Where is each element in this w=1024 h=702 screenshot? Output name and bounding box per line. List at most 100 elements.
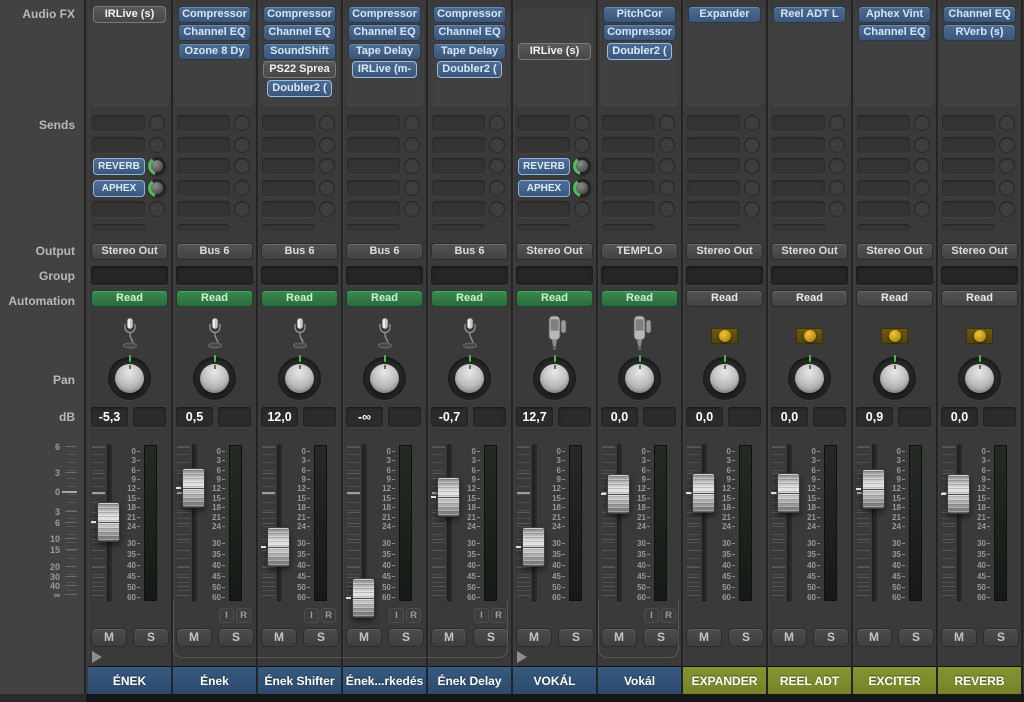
plugin-button[interactable]: Doubler2 ( bbox=[267, 80, 332, 97]
plugin-button[interactable]: Expander bbox=[688, 6, 761, 23]
plugin-button[interactable]: IRLive (s) bbox=[518, 43, 591, 60]
gain-value-box[interactable] bbox=[728, 407, 761, 427]
mute-button[interactable]: M bbox=[601, 628, 637, 647]
audio-fx-panel[interactable]: Aphex VintChannel EQ bbox=[855, 5, 934, 106]
send-slot-empty[interactable] bbox=[347, 115, 400, 131]
pan-knob-cap[interactable] bbox=[115, 364, 144, 393]
gain-value-box[interactable] bbox=[473, 407, 506, 427]
gain-value-box[interactable] bbox=[388, 407, 421, 427]
send-slot-empty[interactable] bbox=[262, 201, 315, 217]
gain-value-box[interactable] bbox=[218, 407, 251, 427]
record-enable-button[interactable]: R bbox=[661, 608, 676, 623]
track-name[interactable]: REVERB bbox=[938, 666, 1021, 694]
send-slot-empty[interactable] bbox=[687, 158, 740, 174]
solo-button[interactable]: S bbox=[133, 628, 169, 647]
mute-button[interactable]: M bbox=[91, 628, 127, 647]
plugin-button[interactable]: Compressor bbox=[603, 24, 676, 41]
output-button[interactable]: Stereo Out bbox=[771, 243, 848, 260]
mute-button[interactable]: M bbox=[261, 628, 297, 647]
volume-value[interactable]: 12,0 bbox=[261, 407, 298, 427]
track-name[interactable]: VOKÁL bbox=[513, 666, 596, 694]
solo-button[interactable]: S bbox=[643, 628, 679, 647]
volume-value[interactable]: 12,7 bbox=[516, 407, 553, 427]
stack-disclosure-triangle[interactable] bbox=[517, 651, 527, 663]
volume-value[interactable]: -0,7 bbox=[431, 407, 468, 427]
send-slot-empty[interactable] bbox=[772, 180, 825, 196]
mute-button[interactable]: M bbox=[856, 628, 892, 647]
send-slot-empty[interactable] bbox=[772, 137, 825, 153]
send-slot-empty[interactable] bbox=[772, 158, 825, 174]
send-slot-empty[interactable] bbox=[262, 158, 315, 174]
fader-track[interactable] bbox=[702, 444, 707, 602]
send-slot-empty[interactable] bbox=[432, 137, 485, 153]
solo-button[interactable]: S bbox=[558, 628, 594, 647]
input-monitor-button[interactable]: I bbox=[644, 608, 659, 623]
track-name[interactable]: Ének...rkedés bbox=[343, 666, 426, 694]
send-slot-empty[interactable] bbox=[772, 115, 825, 131]
send-slot-empty[interactable] bbox=[687, 115, 740, 131]
output-button[interactable]: Stereo Out bbox=[941, 243, 1018, 260]
plugin-button[interactable]: PS22 Sprea bbox=[263, 61, 336, 78]
mute-button[interactable]: M bbox=[176, 628, 212, 647]
solo-button[interactable]: S bbox=[728, 628, 764, 647]
gain-value-box[interactable] bbox=[558, 407, 591, 427]
send-button[interactable]: APHEX bbox=[518, 180, 570, 197]
send-slot-empty[interactable] bbox=[857, 137, 910, 153]
send-slot-empty[interactable] bbox=[602, 201, 655, 217]
audio-fx-panel[interactable]: IRLive (s) bbox=[90, 5, 169, 106]
track-name[interactable]: EXPANDER bbox=[683, 666, 766, 694]
volume-value[interactable]: 0,9 bbox=[856, 407, 893, 427]
send-slot-empty[interactable] bbox=[177, 180, 230, 196]
mute-button[interactable]: M bbox=[941, 628, 977, 647]
mute-button[interactable]: M bbox=[431, 628, 467, 647]
plugin-button[interactable]: Channel EQ bbox=[263, 24, 336, 41]
fader-track[interactable] bbox=[277, 444, 282, 602]
plugin-button[interactable]: IRLive (s) bbox=[93, 6, 166, 23]
solo-button[interactable]: S bbox=[473, 628, 509, 647]
send-slot-empty[interactable] bbox=[177, 137, 230, 153]
gain-value-box[interactable] bbox=[898, 407, 931, 427]
output-button[interactable]: Bus 6 bbox=[261, 243, 338, 260]
record-enable-button[interactable]: R bbox=[491, 608, 506, 623]
volume-value[interactable]: 0,0 bbox=[601, 407, 638, 427]
mute-button[interactable]: M bbox=[346, 628, 382, 647]
plugin-button[interactable]: Compressor bbox=[433, 6, 506, 23]
audio-fx-panel[interactable]: CompressorChannel EQSoundShiftPS22 Sprea… bbox=[260, 5, 339, 106]
audio-fx-panel[interactable]: IRLive (s) bbox=[515, 5, 594, 106]
group-slot[interactable] bbox=[856, 266, 933, 285]
pan-knob-cap[interactable] bbox=[710, 364, 739, 393]
group-slot[interactable] bbox=[91, 266, 168, 285]
send-slot-empty[interactable] bbox=[942, 180, 995, 196]
send-button[interactable]: REVERB bbox=[518, 158, 570, 175]
group-slot[interactable] bbox=[176, 266, 253, 285]
pan-knob[interactable] bbox=[873, 357, 916, 400]
group-slot[interactable] bbox=[941, 266, 1018, 285]
audio-fx-panel[interactable]: PitchCorCompressor Doubler2 ( bbox=[600, 5, 679, 106]
track-name[interactable]: EXCITER bbox=[853, 666, 936, 694]
send-slot-empty[interactable] bbox=[602, 158, 655, 174]
send-level-knob[interactable] bbox=[573, 179, 591, 197]
send-slot-empty[interactable] bbox=[432, 180, 485, 196]
send-slot-empty[interactable] bbox=[602, 115, 655, 131]
plugin-button[interactable]: Compressor bbox=[348, 6, 421, 23]
pan-knob[interactable] bbox=[788, 357, 831, 400]
automation-button[interactable]: Read bbox=[346, 290, 423, 307]
track-name[interactable]: ÉNEK bbox=[88, 666, 171, 694]
send-slot-empty[interactable] bbox=[517, 137, 570, 153]
output-button[interactable]: Stereo Out bbox=[686, 243, 763, 260]
plugin-button[interactable]: PitchCor bbox=[603, 6, 676, 23]
record-enable-button[interactable]: R bbox=[406, 608, 421, 623]
group-slot[interactable] bbox=[771, 266, 848, 285]
send-slot-empty[interactable] bbox=[347, 158, 400, 174]
plugin-button[interactable]: Doubler2 ( bbox=[607, 43, 672, 60]
solo-button[interactable]: S bbox=[303, 628, 339, 647]
pan-knob-cap[interactable] bbox=[200, 364, 229, 393]
automation-button[interactable]: Read bbox=[856, 290, 933, 307]
pan-knob[interactable] bbox=[193, 357, 236, 400]
automation-button[interactable]: Read bbox=[601, 290, 678, 307]
send-slot-empty[interactable] bbox=[262, 180, 315, 196]
output-button[interactable]: Bus 6 bbox=[431, 243, 508, 260]
automation-button[interactable]: Read bbox=[941, 290, 1018, 307]
plugin-button[interactable]: RVerb (s) bbox=[943, 24, 1016, 41]
plugin-button[interactable]: Compressor bbox=[178, 6, 251, 23]
